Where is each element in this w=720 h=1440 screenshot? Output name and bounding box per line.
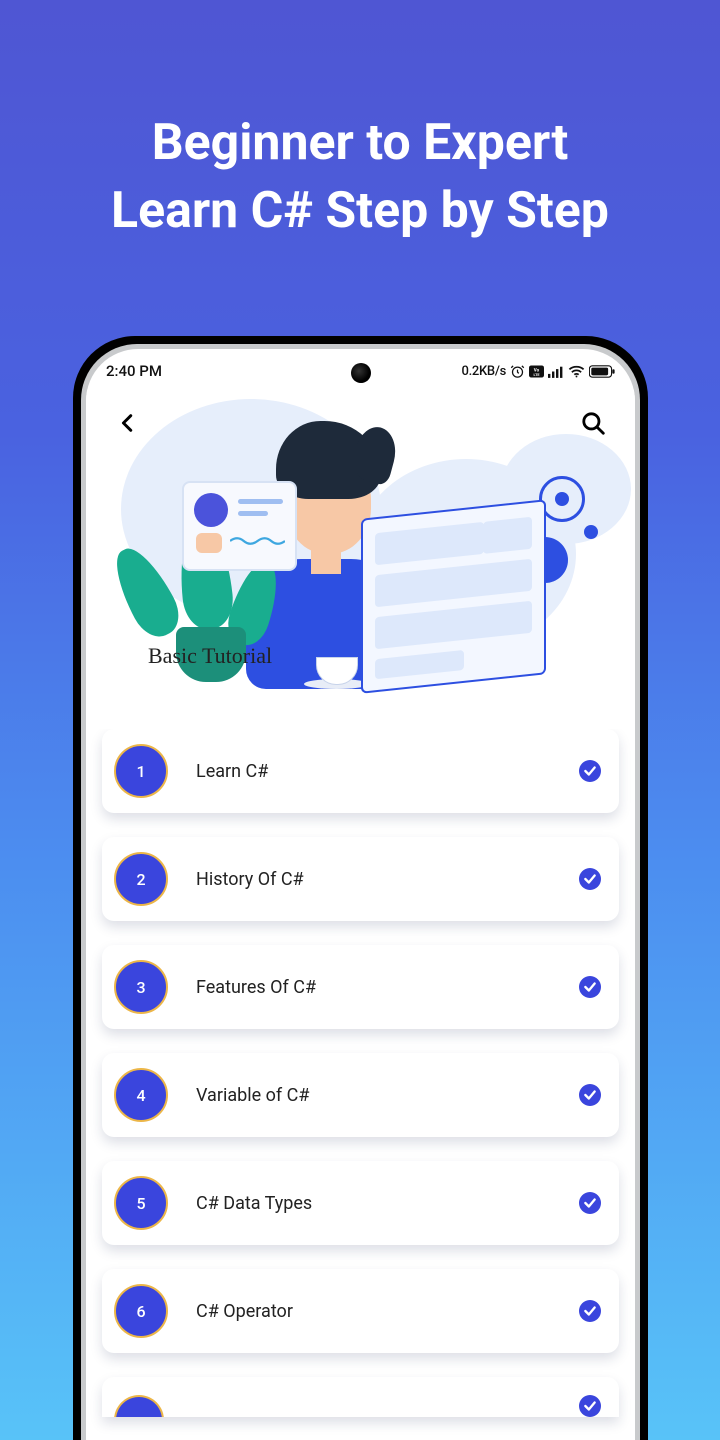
search-button[interactable] bbox=[573, 403, 613, 443]
lesson-title: Learn C# bbox=[196, 761, 579, 782]
phone-frame: 2:40 PM 0.2KB/s VoLTE bbox=[73, 336, 648, 1440]
svg-text:LTE: LTE bbox=[533, 373, 540, 377]
completed-check-icon bbox=[579, 1084, 601, 1106]
status-time: 2:40 PM bbox=[106, 362, 162, 380]
completed-check-icon bbox=[579, 760, 601, 782]
lesson-card[interactable]: 4 Variable of C# bbox=[102, 1053, 619, 1137]
lesson-card[interactable]: 3 Features Of C# bbox=[102, 945, 619, 1029]
volte-icon: VoLTE bbox=[529, 365, 544, 378]
lesson-title: Features Of C# bbox=[196, 977, 579, 998]
phone-screen: 2:40 PM 0.2KB/s VoLTE bbox=[86, 349, 635, 1440]
completed-check-icon bbox=[579, 1192, 601, 1214]
back-button[interactable] bbox=[108, 403, 148, 443]
lesson-index-badge: 6 bbox=[114, 1284, 168, 1338]
lesson-index-badge bbox=[114, 1395, 164, 1417]
hero-title: Basic Tutorial bbox=[148, 643, 272, 669]
lesson-index-badge: 2 bbox=[114, 852, 168, 906]
lesson-index-badge: 5 bbox=[114, 1176, 168, 1230]
lesson-index-badge: 4 bbox=[114, 1068, 168, 1122]
wifi-icon bbox=[568, 365, 585, 378]
promo-line-2: Learn C# Step by Step bbox=[0, 178, 720, 246]
status-net-speed: 0.2KB/s bbox=[462, 364, 506, 379]
battery-icon bbox=[589, 365, 615, 378]
promo-line-1: Beginner to Expert bbox=[0, 110, 720, 178]
lesson-title: C# Data Types bbox=[196, 1193, 579, 1214]
alarm-icon bbox=[510, 364, 525, 379]
search-icon bbox=[580, 410, 606, 436]
lesson-card[interactable]: 1 Learn C# bbox=[102, 729, 619, 813]
lesson-card[interactable]: 5 C# Data Types bbox=[102, 1161, 619, 1245]
lesson-card[interactable]: 2 History Of C# bbox=[102, 837, 619, 921]
lesson-title: Variable of C# bbox=[196, 1085, 579, 1106]
promo-background: Beginner to Expert Learn C# Step by Step… bbox=[0, 0, 720, 1440]
signal-icon bbox=[548, 365, 564, 378]
promo-headline: Beginner to Expert Learn C# Step by Step bbox=[0, 0, 720, 245]
completed-check-icon bbox=[579, 1395, 601, 1417]
lesson-card-partial[interactable] bbox=[102, 1377, 619, 1417]
phone-bezel: 2:40 PM 0.2KB/s VoLTE bbox=[81, 344, 640, 1440]
completed-check-icon bbox=[579, 1300, 601, 1322]
lesson-index-badge: 1 bbox=[114, 744, 168, 798]
lesson-title: C# Operator bbox=[196, 1301, 579, 1322]
phone-camera bbox=[351, 363, 371, 383]
completed-check-icon bbox=[579, 868, 601, 890]
lesson-index-badge: 3 bbox=[114, 960, 168, 1014]
lesson-title: History Of C# bbox=[196, 869, 579, 890]
lesson-list[interactable]: 1 Learn C# 2 History Of C# 3 Features Of… bbox=[86, 729, 635, 1417]
completed-check-icon bbox=[579, 976, 601, 998]
chevron-left-icon bbox=[117, 410, 139, 436]
lesson-card[interactable]: 6 C# Operator bbox=[102, 1269, 619, 1353]
hero-section: Basic Tutorial bbox=[86, 389, 635, 729]
